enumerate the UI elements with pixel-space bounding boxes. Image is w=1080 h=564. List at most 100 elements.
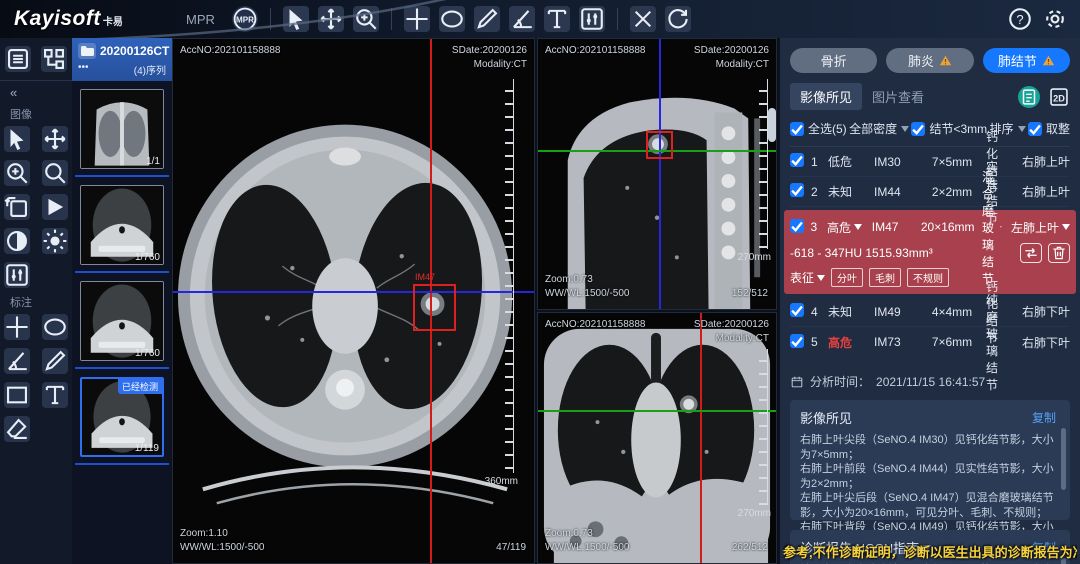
reset-button[interactable] bbox=[665, 6, 691, 32]
angle-tool-button[interactable] bbox=[509, 6, 535, 32]
risk-dropdown[interactable]: 高危 bbox=[827, 219, 872, 236]
cursor-tool-button[interactable] bbox=[4, 126, 30, 152]
select-all-checkbox[interactable]: 全选(5) bbox=[790, 120, 847, 137]
tab-image-findings[interactable]: 影像所见 bbox=[790, 83, 862, 110]
warning-icon bbox=[1042, 54, 1055, 67]
checkbox-checked[interactable] bbox=[790, 334, 804, 348]
pencil-annotation-button[interactable] bbox=[42, 348, 68, 374]
finding-line: 右肺上叶尖段（SeNO.4 IM30）见钙化结节影，大小为7×5mm； bbox=[800, 433, 1056, 462]
pan-tool-button[interactable] bbox=[42, 126, 68, 152]
clear-annotations-button[interactable] bbox=[630, 6, 656, 32]
help-icon[interactable]: ? bbox=[1007, 6, 1033, 32]
checkbox-checked[interactable] bbox=[790, 183, 804, 197]
rotate-image-button[interactable] bbox=[4, 194, 30, 220]
series-header[interactable]: 20200126CT ••• (4)序列 bbox=[72, 38, 172, 81]
feature-tag[interactable]: 不规则 bbox=[907, 268, 949, 287]
tab-image-view[interactable]: 图片查看 bbox=[862, 83, 934, 110]
viewport-scrollbar-thumb[interactable] bbox=[768, 108, 776, 142]
nodule-location: 右肺下叶 bbox=[1022, 334, 1070, 351]
report-icon[interactable] bbox=[1018, 86, 1040, 108]
collapse-sidebar-button[interactable]: « bbox=[0, 81, 72, 100]
crosshair-horizontal-blue[interactable] bbox=[173, 291, 534, 293]
mode-pneumonia-button[interactable]: 肺炎 bbox=[886, 48, 973, 73]
crosshair-horizontal-green[interactable] bbox=[538, 410, 776, 412]
risk-level: 高危 bbox=[827, 219, 851, 236]
location-dropdown[interactable]: 左肺上叶 bbox=[1002, 219, 1070, 236]
image-index: IM47 bbox=[872, 220, 917, 234]
scrollbar-thumb[interactable] bbox=[1061, 428, 1066, 490]
nodule-row-2[interactable]: 2 未知 IM44 2×2mm 实性结节 右肺上叶 bbox=[790, 177, 1070, 207]
brightness-button[interactable] bbox=[42, 228, 68, 254]
crosshair-annotation-button[interactable] bbox=[4, 314, 30, 340]
invert-contrast-button[interactable] bbox=[4, 228, 30, 254]
feature-tag[interactable]: 分叶 bbox=[831, 268, 863, 287]
nodule-row-4[interactable]: 4 未知 IM49 4×4mm 钙化结节 右肺下叶 bbox=[790, 297, 1070, 327]
more-options-icon[interactable]: ••• bbox=[78, 62, 89, 77]
detected-badge: 已经检测 bbox=[118, 379, 162, 394]
series-thumbnail-scout[interactable]: 1/1 bbox=[80, 89, 164, 169]
finding-line: 左肺上叶尖后段（SeNO.4 IM47）见混合磨玻璃结节影，大小为20×16mm… bbox=[800, 491, 1056, 520]
text-tool-button[interactable] bbox=[544, 6, 570, 32]
feature-dropdown[interactable]: 表征 bbox=[790, 269, 825, 286]
round-checkbox[interactable]: 取整 bbox=[1028, 120, 1070, 137]
nodule-row-5[interactable]: 5 高危 IM73 7×6mm 纯磨玻璃结节 右肺下叶 bbox=[790, 327, 1070, 357]
compare-nodule-button[interactable] bbox=[1020, 243, 1042, 263]
eraser-button[interactable] bbox=[4, 416, 30, 442]
angle-annotation-button[interactable] bbox=[4, 348, 30, 374]
nodule-row-3-selected[interactable]: 3 高危 IM47 20×16mm 混合磨玻璃结节 左肺上叶 -618 - 34… bbox=[784, 210, 1076, 294]
type-dropdown[interactable]: 混合磨玻璃结节 bbox=[979, 168, 1002, 287]
nodule-roi-box[interactable] bbox=[646, 131, 673, 159]
density-dropdown[interactable]: 全部密度 bbox=[849, 120, 909, 137]
chevron-down-icon bbox=[1062, 224, 1070, 230]
2d-view-icon[interactable]: 2D bbox=[1048, 86, 1070, 108]
series-thumbnail-ct[interactable]: 1/760 bbox=[80, 281, 164, 361]
checkbox-checked[interactable] bbox=[790, 153, 804, 167]
chevron-down-icon bbox=[901, 126, 909, 132]
nodule-row-1[interactable]: 1 低危 IM30 7×5mm 钙化结节 右肺上叶 bbox=[790, 147, 1070, 177]
analysis-time-label: 分析时间： bbox=[810, 373, 870, 390]
delete-nodule-button[interactable] bbox=[1048, 243, 1070, 263]
window-level-button[interactable] bbox=[4, 262, 30, 288]
series-tree-button[interactable] bbox=[41, 46, 67, 72]
checkbox-checked[interactable] bbox=[790, 122, 804, 136]
series-thumbnail-ct[interactable]: 1/760 bbox=[80, 185, 164, 265]
checkbox-checked[interactable] bbox=[1028, 122, 1042, 136]
ellipse-annotation-button[interactable] bbox=[42, 314, 68, 340]
settings-gear-icon[interactable] bbox=[1042, 6, 1068, 32]
risk-level: 未知 bbox=[828, 183, 852, 200]
nodule-roi-box[interactable] bbox=[413, 284, 456, 331]
mode-lung-nodule-button[interactable]: 肺结节 bbox=[983, 48, 1070, 73]
crosshair-tool-button[interactable] bbox=[404, 6, 430, 32]
series-thumbnail-ct-selected[interactable]: 已经检测 1/119 bbox=[80, 377, 164, 457]
rectangle-annotation-button[interactable] bbox=[4, 382, 30, 408]
mpr-mode-icon[interactable]: MPR bbox=[232, 6, 258, 32]
hu-volume-value: -618 - 347HU 1515.93mm³ bbox=[790, 246, 933, 260]
layout-list-button[interactable] bbox=[5, 46, 31, 72]
window-level-button[interactable] bbox=[579, 6, 605, 32]
crosshair-vertical-red[interactable] bbox=[700, 313, 702, 563]
small-nodule-checkbox[interactable]: 结节<3mm bbox=[911, 120, 987, 137]
zoom-tool-button[interactable] bbox=[353, 6, 379, 32]
checkbox-checked[interactable] bbox=[790, 219, 804, 233]
checkbox-checked[interactable] bbox=[911, 122, 925, 136]
sagittal-viewport[interactable]: 270mm AccNO:202101158888 SDate:20200126 … bbox=[537, 38, 777, 310]
crosshair-vertical-blue[interactable] bbox=[659, 39, 661, 309]
cursor-tool-button[interactable] bbox=[283, 6, 309, 32]
mode-fracture-button[interactable]: 骨折 bbox=[790, 48, 877, 73]
checkbox-checked[interactable] bbox=[790, 303, 804, 317]
cine-play-button[interactable] bbox=[42, 194, 68, 220]
risk-level: 未知 bbox=[828, 303, 852, 320]
feature-tag[interactable]: 毛刺 bbox=[869, 268, 901, 287]
copy-findings-button[interactable]: 复制 bbox=[1032, 409, 1056, 426]
thumb-slice-count: 1/1 bbox=[146, 156, 160, 167]
ellipse-tool-button[interactable] bbox=[439, 6, 465, 32]
axial-viewport[interactable]: IM47 360mm AccNO:202101158888 SDate:2020… bbox=[172, 38, 535, 564]
pan-tool-button[interactable] bbox=[318, 6, 344, 32]
magnify-button[interactable] bbox=[42, 160, 68, 186]
image-index: IM73 bbox=[874, 335, 920, 349]
coronal-viewport[interactable]: 270mm AccNO:202101158888 SDate:20200126 … bbox=[537, 312, 777, 564]
zoom-in-button[interactable] bbox=[4, 160, 30, 186]
toolbar-divider bbox=[270, 8, 271, 30]
text-annotation-button[interactable] bbox=[42, 382, 68, 408]
pencil-measure-button[interactable] bbox=[474, 6, 500, 32]
